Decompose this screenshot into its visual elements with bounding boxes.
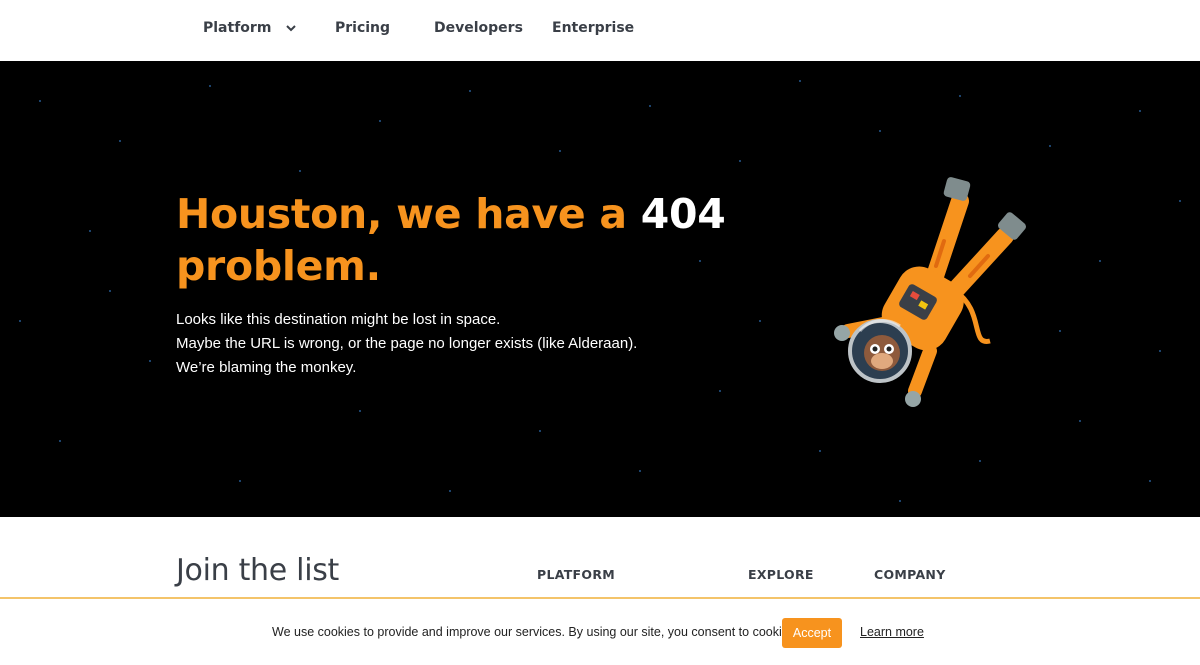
top-navigation: Platform Pricing Developers Enterprise: [0, 0, 1200, 61]
headline-part-2: problem.: [176, 242, 381, 290]
footer-heading-company: COMPANY: [874, 567, 946, 582]
cookie-banner: We use cookies to provide and improve ou…: [0, 597, 1200, 665]
hero-description: Looks like this destination might be los…: [176, 308, 637, 380]
nav-enterprise[interactable]: Enterprise: [552, 20, 634, 36]
astronaut-monkey-illustration: [834, 177, 1026, 407]
footer-heading-explore: EXPLORE: [748, 567, 814, 582]
nav-pricing[interactable]: Pricing: [335, 20, 390, 36]
headline: Houston, we have a 404 problem.: [176, 188, 776, 292]
chevron-down-icon: [286, 20, 296, 36]
footer-heading-platform: PLATFORM: [537, 567, 615, 582]
nav-platform-label: Platform: [203, 20, 272, 36]
headline-part-1: Houston, we have a: [176, 190, 627, 238]
hero-404: Houston, we have a 404 problem. Looks li…: [0, 61, 1200, 517]
hero-line-3: We’re blaming the monkey.: [176, 359, 357, 376]
headline-404: 404: [640, 190, 726, 238]
join-list-title: Join the list: [176, 553, 340, 588]
nav-platform[interactable]: Platform: [203, 20, 296, 36]
learn-more-link[interactable]: Learn more: [860, 625, 924, 639]
hero-line-2: Maybe the URL is wrong, or the page no l…: [176, 335, 638, 352]
nav-developers[interactable]: Developers: [434, 20, 523, 36]
accept-cookies-button[interactable]: Accept: [782, 618, 842, 648]
hero-line-1: Looks like this destination might be los…: [176, 311, 501, 328]
cookie-message: We use cookies to provide and improve ou…: [272, 625, 799, 639]
